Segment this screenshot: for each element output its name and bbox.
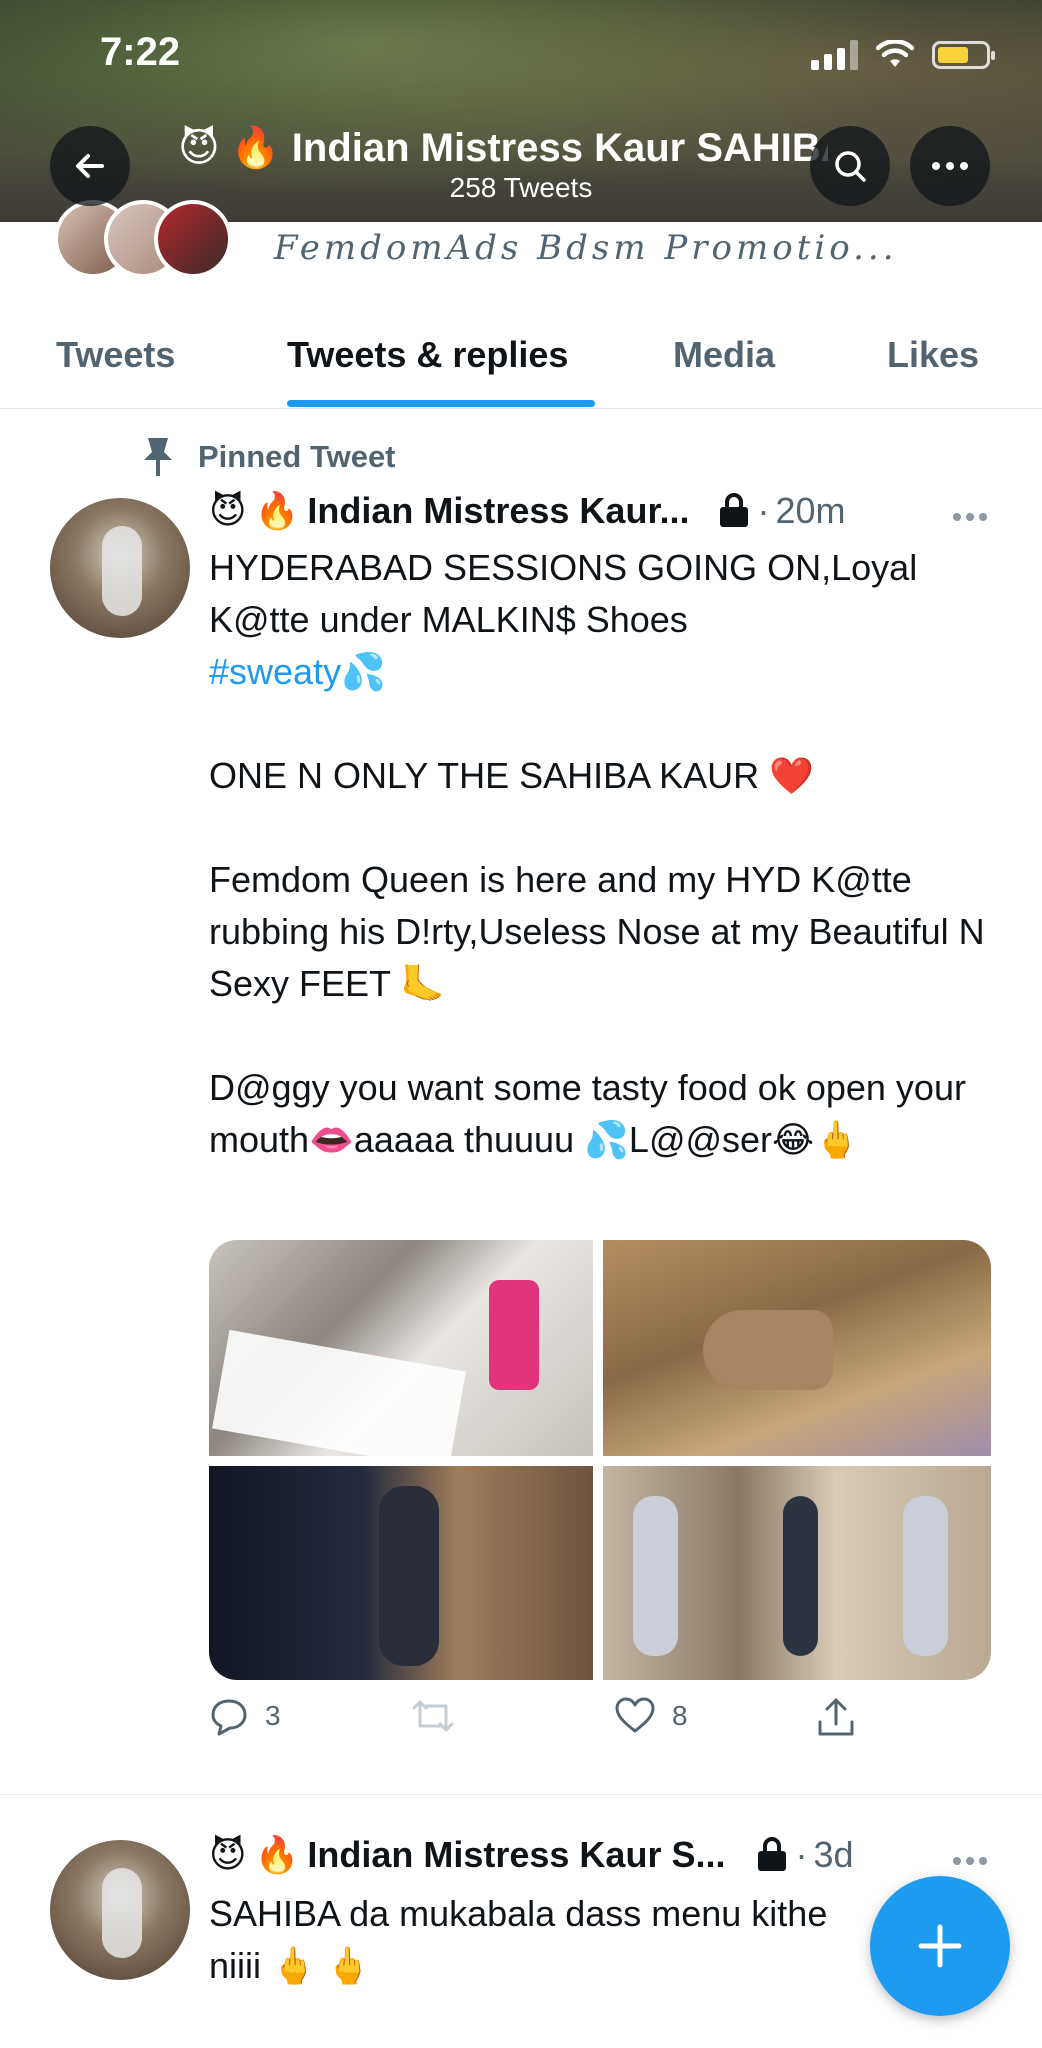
tweet-header: 😈 🔥 Indian Mistress Kaur S... · 3d [209, 1834, 854, 1876]
author-name[interactable]: Indian Mistress Kaur... [307, 490, 689, 532]
battery-icon [932, 41, 995, 69]
header-emoji-devil: 😈 [178, 126, 220, 170]
reply-icon [211, 1699, 247, 1736]
followers-you-know[interactable] [54, 200, 254, 278]
more-horizontal-icon [932, 162, 968, 170]
status-icons [811, 40, 995, 70]
reply-count: 3 [265, 1700, 281, 1731]
droplets-emoji: 💦 [341, 651, 386, 692]
hashtag-line: #sweaty💦 [209, 646, 999, 698]
reply-button[interactable]: 3 [209, 1696, 281, 1736]
promo-text: FemdomAds Bdsm Promotio... [274, 228, 898, 268]
devil-emoji: 😈 [209, 490, 247, 531]
lock-icon [720, 493, 749, 527]
signal-icon [811, 40, 858, 70]
tweet-text-line: HYDERABAD SESSIONS GOING ON,Loyal K@tte … [209, 547, 918, 640]
lock-icon [758, 1837, 787, 1871]
like-button[interactable]: 8 [614, 1696, 688, 1736]
fire-emoji: 🔥 [254, 490, 300, 531]
status-time: 7:22 [100, 30, 181, 74]
search-button[interactable] [810, 126, 890, 206]
tweet-text-line: Femdom Queen is here and my HYD K@tte ru… [209, 859, 985, 1004]
tweet-more-icon[interactable] [952, 1856, 988, 1866]
media-image-2[interactable] [603, 1240, 991, 1456]
profile-tabs: Tweets Tweets & replies Media Likes [0, 322, 1042, 409]
tab-tweets[interactable]: Tweets [56, 334, 175, 376]
pinned-indicator: Pinned Tweet [140, 436, 396, 478]
pin-icon [144, 438, 172, 476]
retweet-icon [412, 1700, 454, 1732]
pinned-label: Pinned Tweet [198, 439, 396, 474]
tweet-text-line: ONE N ONLY THE SAHIBA KAUR ❤️ [209, 755, 814, 796]
tab-tweets-replies[interactable]: Tweets & replies [287, 334, 568, 376]
media-image-1[interactable] [209, 1240, 593, 1471]
back-button[interactable] [50, 126, 130, 206]
separator-dot: · [795, 1834, 808, 1875]
arrow-left-icon [76, 154, 104, 178]
tweet-more-icon[interactable] [952, 512, 988, 522]
separator-dot: · [757, 490, 770, 531]
active-tab-indicator [287, 400, 595, 407]
header-title: 😈 🔥 Indian Mistress Kaur SAHIBA [178, 124, 828, 174]
header-title-text: Indian Mistress Kaur SAHIBA [291, 126, 828, 170]
tweet-text-line: D@ggy you want some tasty food ok open y… [209, 1067, 966, 1160]
search-icon [835, 151, 866, 182]
media-image-4[interactable] [603, 1466, 991, 1680]
tweet-divider [0, 1794, 1042, 1795]
header-emoji-fire: 🔥 [230, 126, 281, 170]
share-icon [818, 1698, 854, 1736]
hashtag-link[interactable]: #sweaty [209, 651, 341, 692]
fire-emoji: 🔥 [254, 1834, 300, 1875]
author-name[interactable]: Indian Mistress Kaur S... [307, 1834, 725, 1876]
tab-likes[interactable]: Likes [887, 334, 979, 376]
retweet-button[interactable] [410, 1696, 472, 1736]
tab-media[interactable]: Media [673, 334, 775, 376]
tweet-header: 😈 🔥 Indian Mistress Kaur... · 20m [209, 490, 846, 532]
heart-icon [615, 1697, 655, 1733]
tweet-time[interactable]: 3d [813, 1834, 853, 1876]
tweet-body: HYDERABAD SESSIONS GOING ON,Loyal K@tte … [209, 542, 999, 1166]
tweet-time[interactable]: 20m [775, 490, 845, 532]
follower-avatar [154, 200, 232, 278]
like-count: 8 [672, 1700, 688, 1731]
avatar[interactable] [50, 498, 190, 638]
compose-tweet-button[interactable] [870, 1876, 1010, 2016]
more-button[interactable] [910, 126, 990, 206]
plus-icon [918, 1924, 962, 1968]
devil-emoji: 😈 [209, 1834, 247, 1875]
avatar[interactable] [50, 1840, 190, 1980]
wifi-icon [876, 40, 914, 67]
media-image-3[interactable] [209, 1466, 593, 1680]
tweet-actions: 3 8 [0, 1696, 1042, 1756]
share-button[interactable] [816, 1696, 856, 1738]
media-grid [209, 1240, 991, 1680]
